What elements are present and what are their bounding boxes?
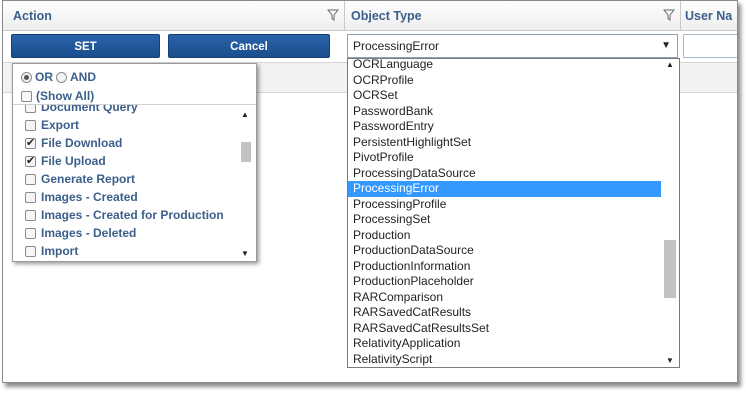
set-button[interactable]: SET [11, 34, 160, 58]
action-filter-item-label: Generate Report [41, 172, 136, 186]
column-separator [344, 1, 345, 31]
object-type-option[interactable]: OCRLanguage [348, 59, 661, 73]
action-filter-popup: OR AND (Show All) Document Query Export Fi… [12, 63, 257, 262]
object-type-option[interactable]: RelativityScript [348, 352, 661, 368]
show-all-option[interactable]: (Show All) [21, 89, 94, 103]
grid-header: Action Object Type User Na [3, 1, 737, 31]
action-filter-checkbox[interactable] [25, 136, 36, 149]
object-type-option[interactable]: PasswordBank [348, 104, 661, 120]
chevron-down-icon[interactable]: ▼ [661, 35, 671, 57]
action-filter-item[interactable]: Images - Created for Production [25, 206, 224, 224]
object-type-option[interactable]: OCRSet [348, 88, 661, 104]
object-type-option[interactable]: OCRProfile [348, 73, 661, 89]
action-filter-item[interactable]: File Download [25, 134, 122, 152]
scrollbar-thumb[interactable] [241, 142, 251, 162]
action-filter-item-label: Document Query [41, 105, 138, 114]
action-filter-item-label: Export [41, 118, 80, 132]
action-filter-checkbox[interactable] [25, 191, 36, 203]
action-filter-item[interactable]: Generate Report [25, 170, 135, 188]
show-all-checkbox[interactable] [21, 90, 32, 102]
user-name-filter-input[interactable] [683, 34, 737, 58]
action-filter-item-label: Images - Deleted [41, 226, 137, 240]
scrollbar-thumb[interactable] [664, 240, 676, 298]
action-filter-checkbox[interactable] [25, 173, 36, 185]
and-radio[interactable] [56, 71, 67, 83]
action-filter-checkbox[interactable] [25, 209, 36, 221]
or-radio[interactable] [21, 71, 32, 83]
action-filter-item[interactable]: Images - Created [25, 188, 138, 206]
show-all-label: (Show All) [36, 89, 95, 103]
action-filter-item[interactable]: Export [25, 116, 79, 134]
object-type-option[interactable]: ProcessingError [348, 181, 661, 197]
scroll-up-icon[interactable]: ▲ [666, 60, 674, 69]
column-header-user-name[interactable]: User Na [685, 1, 732, 31]
action-filter-item[interactable]: Import [25, 242, 78, 260]
column-header-action[interactable]: Action [13, 1, 52, 31]
column-header-object-type[interactable]: Object Type [351, 1, 422, 31]
object-type-option[interactable]: ProductionInformation [348, 259, 661, 275]
action-filter-checkbox[interactable] [25, 119, 36, 131]
object-type-select[interactable]: ProcessingError ▼ [347, 34, 678, 58]
object-type-option[interactable]: RelativityApplication [348, 336, 661, 352]
action-filter-item[interactable]: Document Query [25, 105, 138, 116]
object-type-option[interactable]: RARComparison [348, 290, 661, 306]
object-type-option[interactable]: RARSavedCatResultsSet [348, 321, 661, 337]
scroll-up-icon[interactable]: ▲ [241, 110, 249, 119]
action-filter-icon[interactable] [327, 9, 339, 21]
object-type-option[interactable]: ProductionPlaceholder [348, 274, 661, 290]
object-type-option[interactable]: PivotProfile [348, 150, 661, 166]
object-type-select-value: ProcessingError [353, 39, 440, 53]
scroll-down-icon[interactable]: ▼ [241, 249, 249, 258]
or-and-toggle: OR AND [21, 70, 96, 84]
audit-grid-window: Action Object Type User Na SET Cancel Pr… [2, 0, 738, 383]
object-type-filter-icon[interactable] [663, 9, 675, 21]
object-type-option[interactable]: PersistentHighlightSet [348, 135, 661, 151]
action-filter-checkbox[interactable] [25, 105, 36, 113]
object-type-option[interactable]: PasswordEntry [348, 119, 661, 135]
object-type-option[interactable]: ProcessingSet [348, 212, 661, 228]
action-filter-item-label: File Download [41, 136, 123, 150]
action-filter-item-label: Import [41, 244, 79, 258]
popup-scrollbar[interactable]: ▲ ▼ [240, 108, 252, 260]
and-label: AND [70, 70, 96, 84]
object-type-dropdown-list[interactable]: RelativityTimeZoneRelativityScriptRelati… [347, 58, 680, 368]
action-filter-item[interactable]: Images - Deleted [25, 224, 136, 242]
action-filter-item-label: Images - Created for Production [41, 208, 224, 222]
action-filter-item-label: File Upload [41, 154, 106, 168]
or-label: OR [35, 70, 53, 84]
column-separator [680, 1, 681, 31]
cancel-button[interactable]: Cancel [168, 34, 330, 58]
action-filter-checkbox[interactable] [25, 227, 36, 239]
dropdown-scrollbar[interactable]: ▲ ▼ [662, 59, 679, 367]
action-filter-item[interactable]: File Upload [25, 152, 106, 170]
action-filter-checkbox[interactable] [25, 154, 36, 167]
action-filter-list: Document Query Export File Download File Up… [13, 105, 241, 261]
action-filter-checkbox[interactable] [25, 245, 36, 257]
object-type-option[interactable]: RARSavedCatResults [348, 305, 661, 321]
object-type-option[interactable]: Production [348, 228, 661, 244]
object-type-option[interactable]: RelativityTimeZone [348, 367, 661, 368]
action-filter-item-label: Images - Created [41, 190, 138, 204]
object-type-option[interactable]: ProductionDataSource [348, 243, 661, 259]
scroll-down-icon[interactable]: ▼ [666, 356, 674, 365]
object-type-option[interactable]: ProcessingProfile [348, 197, 661, 213]
object-type-option[interactable]: ProcessingDataSource [348, 166, 661, 182]
